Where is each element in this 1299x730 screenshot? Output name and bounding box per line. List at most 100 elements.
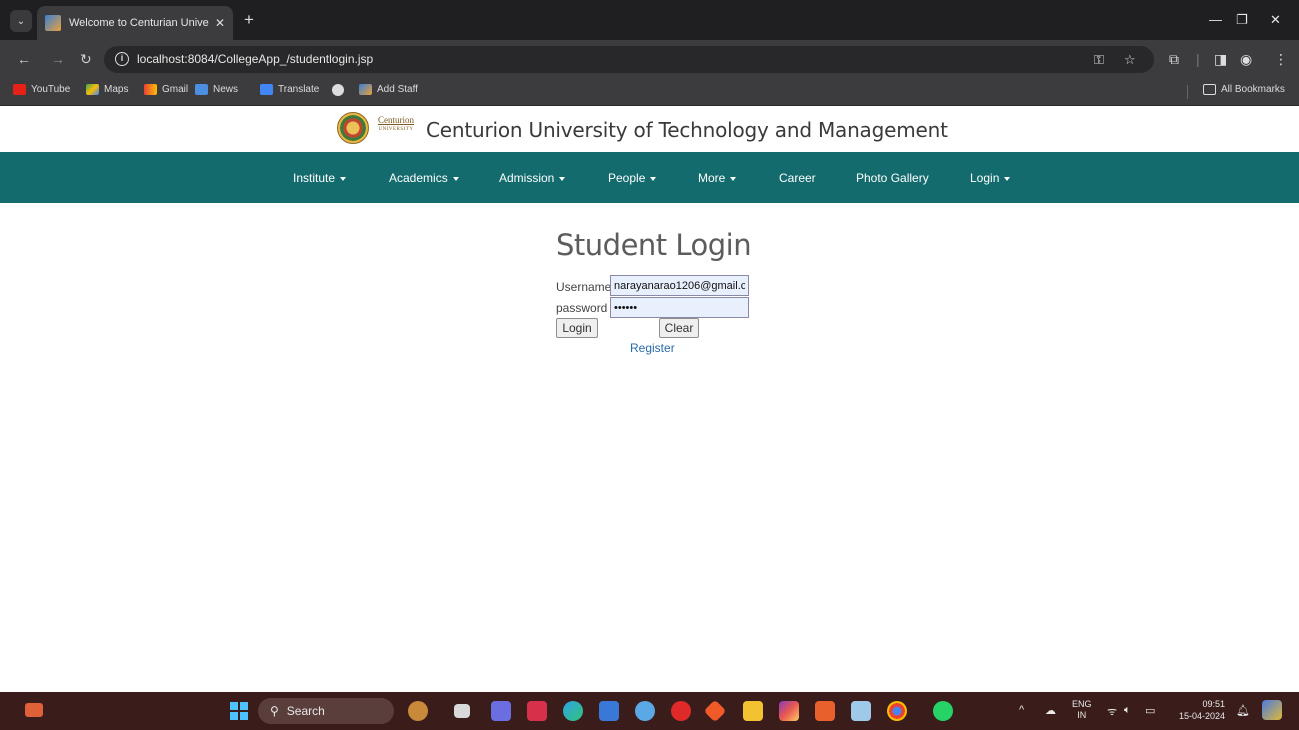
nav-admission[interactable]: Admission [499, 171, 566, 185]
nav-institute[interactable]: Institute [293, 171, 347, 185]
instagram-icon[interactable] [779, 701, 799, 721]
app-icon[interactable] [635, 701, 655, 721]
tab-search-icon[interactable]: ⌄ [10, 10, 32, 32]
nav-academics[interactable]: Academics [389, 171, 459, 185]
opera-icon[interactable] [671, 701, 691, 721]
new-tab-icon[interactable]: + [244, 10, 254, 30]
notification-bell-icon[interactable]: 🔔︎ [1236, 704, 1250, 717]
window-close-icon[interactable]: ✕ [1270, 12, 1281, 28]
xampp-icon[interactable] [815, 701, 835, 721]
lang-line2: IN [1077, 710, 1087, 720]
browser-tabstrip: ⌄ Welcome to Centurian Universi ✕ + — ❐ … [0, 0, 1299, 40]
bookmark-news[interactable]: News [195, 84, 238, 95]
youtube-icon [13, 84, 26, 95]
gmail-icon [144, 84, 157, 95]
bookmark-translate[interactable]: Translate [260, 84, 319, 95]
windows-taskbar: ⚲ Search ^ ☁ ENG IN ᯤ 🔈︎ ▭ 09:51 15-04-2… [0, 692, 1299, 730]
extensions-icon[interactable]: ⧉ [1169, 51, 1179, 68]
bookmark-youtube[interactable]: YouTube [13, 84, 70, 95]
site-header: Centurion UNIVERSITY Centurion Universit… [0, 107, 1299, 152]
bookmark-label: News [213, 84, 239, 95]
edge-icon[interactable] [563, 701, 583, 721]
battery-icon[interactable]: ▭ [1145, 704, 1155, 717]
globe-icon [332, 84, 344, 96]
volume-icon[interactable]: 🔈︎ [1124, 704, 1131, 717]
nav-label: Career [779, 171, 816, 185]
site-favicon-icon [45, 15, 61, 31]
bookmark-add-staff[interactable]: Add Staff [359, 84, 418, 95]
bookmark-globe[interactable] [332, 84, 349, 96]
bookmark-label: Add Staff [377, 84, 418, 95]
store-icon[interactable] [599, 701, 619, 721]
browser-toolbar: ← → ↻ i localhost:8084/CollegeApp_/stude… [0, 40, 1299, 78]
minimize-icon[interactable]: — [1209, 12, 1222, 27]
login-button[interactable]: Login [556, 318, 598, 338]
news-icon [195, 84, 208, 95]
taskbar-search[interactable]: ⚲ Search [258, 698, 394, 724]
caret-down-icon [1004, 176, 1011, 181]
nav-label: People [608, 171, 646, 185]
search-label: Search [286, 704, 325, 718]
nav-more[interactable]: More [698, 171, 737, 185]
url-text[interactable]: localhost:8084/CollegeApp_/studentlogin.… [137, 52, 373, 66]
nav-people[interactable]: People [608, 171, 657, 185]
browser-tab[interactable]: Welcome to Centurian Universi ✕ [37, 6, 233, 40]
task-view-icon[interactable] [454, 704, 470, 718]
menu-kebab-icon[interactable]: ⋮ [1274, 51, 1288, 68]
nav-login[interactable]: Login [970, 171, 1011, 185]
bookmarks-bar: YouTube Maps Gmail News Translate Add St… [0, 78, 1299, 106]
copilot-tray-icon[interactable] [1262, 700, 1282, 720]
whatsapp-icon[interactable] [933, 701, 953, 721]
chrome-icon[interactable] [887, 701, 907, 721]
folder-icon [1203, 84, 1216, 95]
university-seal-logo[interactable] [337, 112, 369, 144]
git-icon[interactable] [703, 699, 727, 723]
profile-avatar-icon[interactable]: ◉ [1240, 51, 1252, 68]
side-panel-icon[interactable]: ◨ [1214, 51, 1227, 68]
address-bar[interactable]: i localhost:8084/CollegeApp_/studentlogi… [104, 46, 1154, 73]
reload-icon[interactable]: ↻ [80, 51, 92, 68]
tab-close-icon[interactable]: ✕ [215, 16, 225, 30]
site-info-icon[interactable]: i [115, 52, 129, 66]
copilot-icon[interactable] [408, 701, 428, 721]
cloud-icon[interactable]: ☁ [1045, 704, 1056, 717]
username-input[interactable] [610, 275, 749, 296]
caret-down-icon [452, 176, 459, 181]
bookmark-gmail[interactable]: Gmail [144, 84, 188, 95]
clear-button[interactable]: Clear [659, 318, 699, 338]
nav-label: Photo Gallery [856, 171, 929, 185]
password-label: password [556, 301, 608, 315]
wordmark-line2: UNIVERSITY [378, 127, 414, 132]
bookmark-maps[interactable]: Maps [86, 84, 128, 95]
mcafee-icon[interactable] [527, 701, 547, 721]
bookmark-label: Maps [104, 84, 129, 95]
page-title: Student Login [556, 228, 752, 262]
site-favicon-icon [359, 84, 372, 95]
clock[interactable]: 09:51 15-04-2024 [1175, 698, 1225, 722]
start-windows-icon[interactable] [230, 702, 248, 720]
all-bookmarks[interactable]: All Bookmarks [1203, 84, 1285, 95]
teams-icon[interactable] [491, 701, 511, 721]
caret-down-icon [650, 176, 657, 181]
clock-time: 09:51 [1202, 699, 1225, 709]
wifi-icon[interactable]: ᯤ [1107, 704, 1117, 719]
back-icon[interactable]: ← [17, 51, 31, 67]
file-explorer-icon[interactable] [743, 701, 763, 721]
search-icon: ⚲ [270, 704, 279, 718]
caret-down-icon [340, 176, 347, 181]
main-navbar: Institute Academics Admission People Mor… [0, 152, 1299, 203]
maps-icon [86, 84, 99, 95]
username-label: Username [556, 280, 612, 294]
register-link[interactable]: Register [630, 341, 675, 355]
forward-icon[interactable]: → [51, 51, 65, 67]
password-input[interactable] [610, 297, 749, 318]
bookmark-star-icon[interactable]: ☆ [1124, 52, 1136, 68]
nav-photo-gallery[interactable]: Photo Gallery [856, 171, 929, 185]
restore-icon[interactable]: ❐ [1236, 12, 1248, 28]
app-icon[interactable] [851, 701, 871, 721]
tray-chevron-up-icon[interactable]: ^ [1019, 704, 1024, 716]
nav-career[interactable]: Career [779, 171, 816, 185]
weather-widget-icon[interactable] [25, 703, 43, 717]
password-key-icon[interactable]: ⚿ [1094, 52, 1104, 68]
language-indicator[interactable]: ENG IN [1072, 699, 1092, 721]
